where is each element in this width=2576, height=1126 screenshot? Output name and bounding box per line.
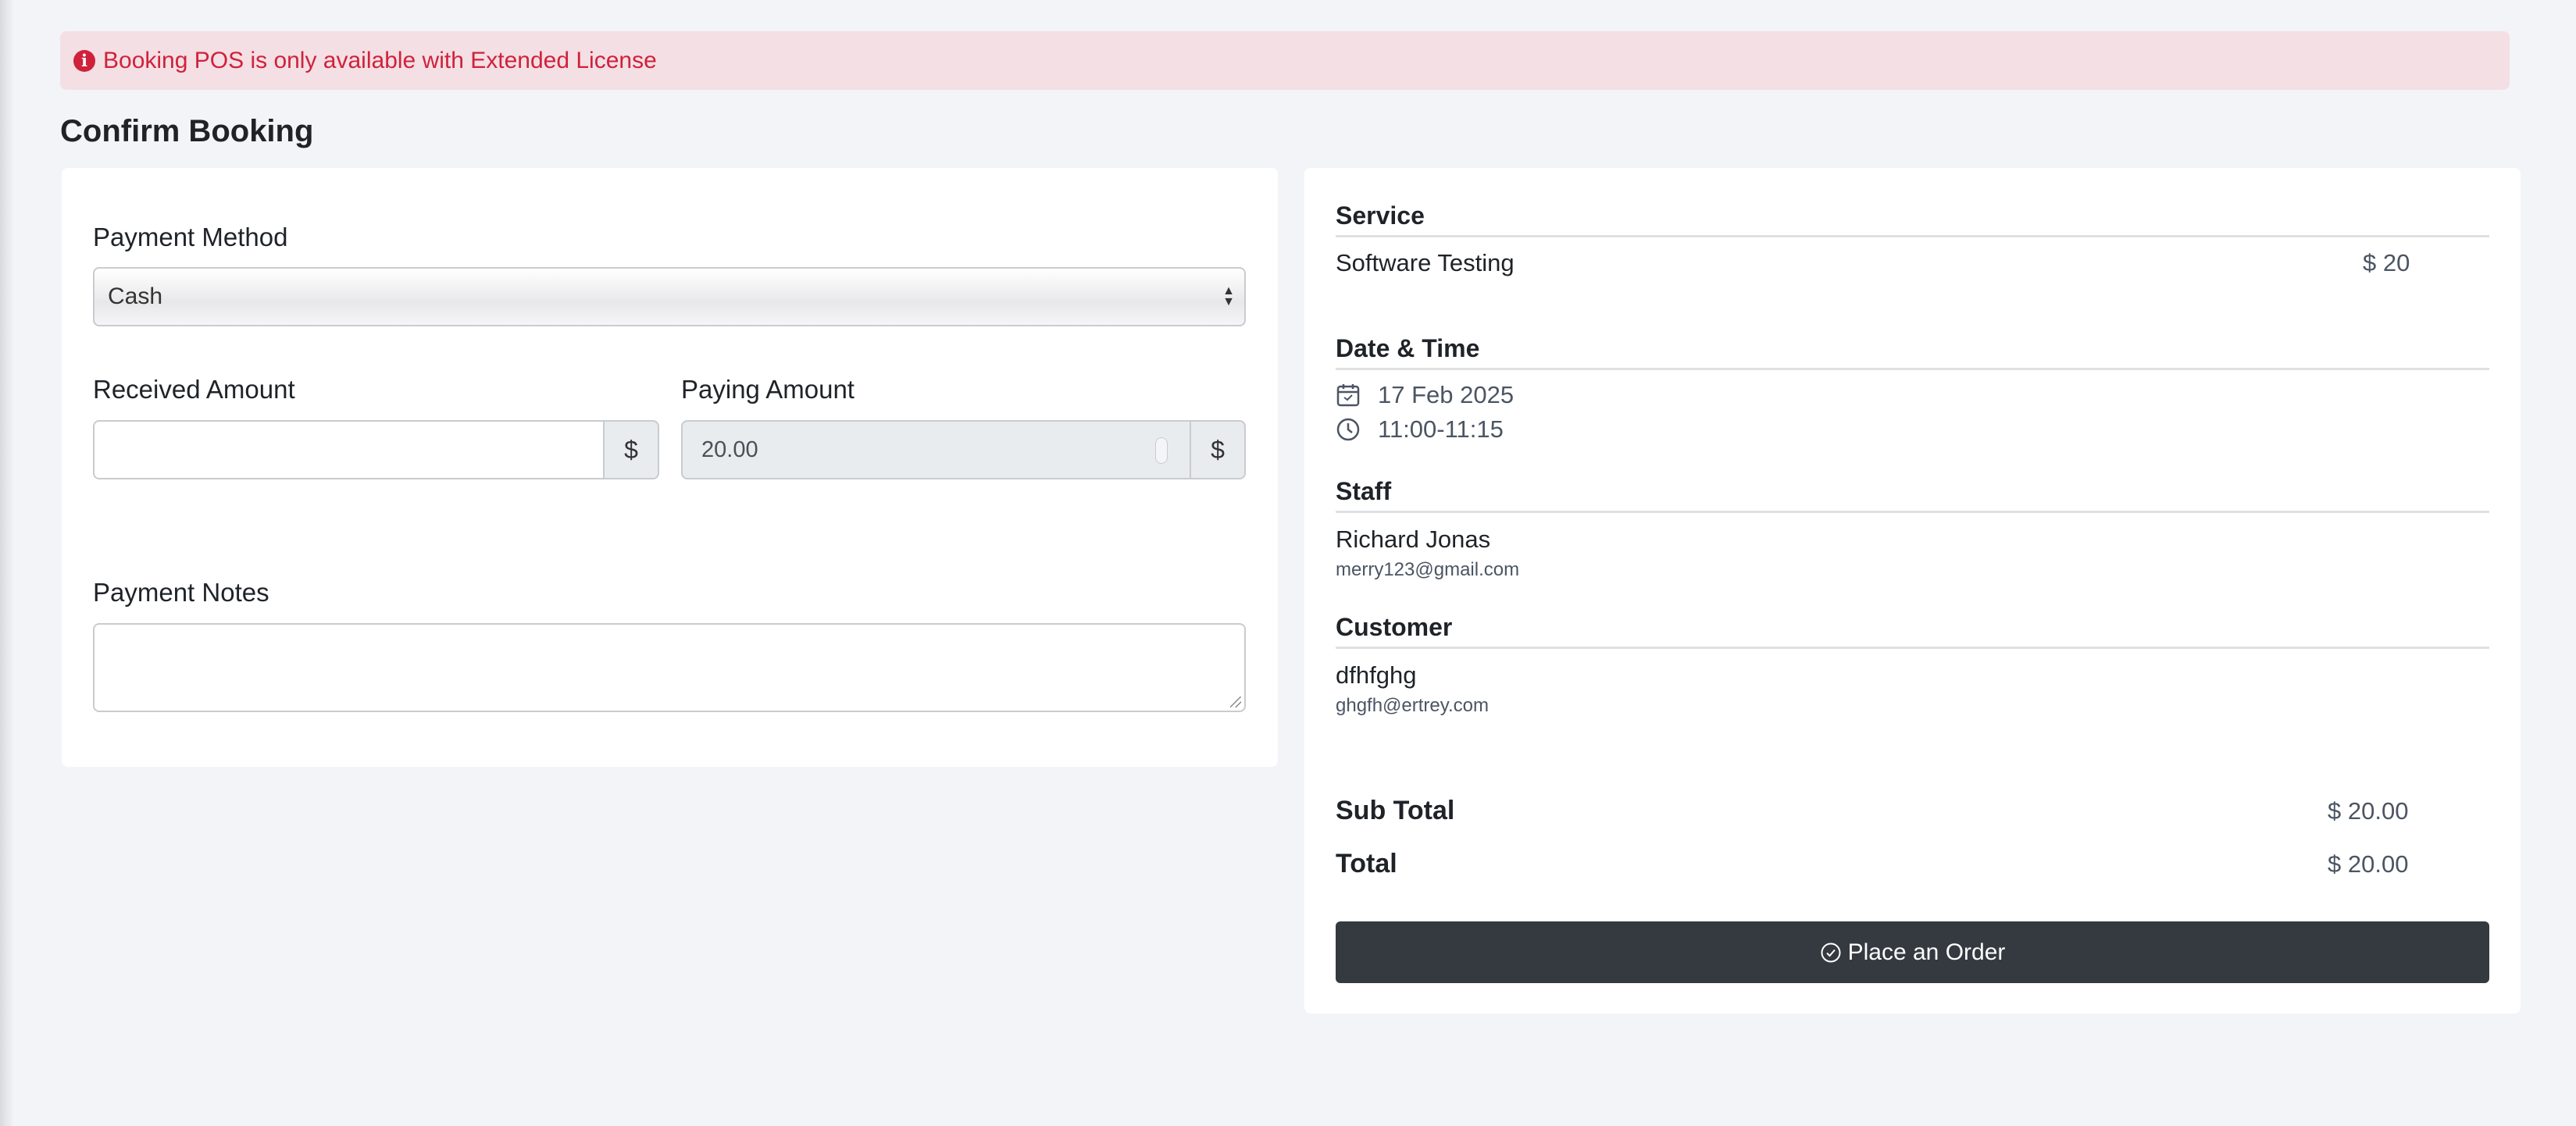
service-name: Software Testing <box>1336 249 1515 276</box>
customer-section-title: Customer <box>1336 613 2489 649</box>
payment-notes-label: Payment Notes <box>93 578 269 607</box>
summary-card: Service Software Testing $ 20 Date & Tim… <box>1304 168 2521 1014</box>
place-order-button[interactable]: Place an Order <box>1336 921 2489 983</box>
date-row: 17 Feb 2025 <box>1336 381 1514 409</box>
booking-date: 17 Feb 2025 <box>1378 381 1515 408</box>
customer-email: ghgfh@ertrey.com <box>1336 695 1489 716</box>
paying-currency-addon: $ <box>1190 420 1246 479</box>
subtotal-value: $ 20.00 <box>2328 797 2409 825</box>
check-circle-icon <box>1821 942 1841 962</box>
payment-method-label: Payment Method <box>93 223 288 251</box>
place-order-label: Place an Order <box>1847 939 2006 965</box>
paying-amount-value: 20.00 <box>701 437 758 462</box>
received-amount-input[interactable] <box>93 420 603 479</box>
received-amount-group: $ <box>93 420 659 479</box>
paying-amount-group: 20.00 $ <box>681 420 1246 479</box>
time-row: 11:00-11:15 <box>1336 415 1504 444</box>
subtotal-label: Sub Total <box>1336 796 1455 825</box>
clock-icon <box>1336 418 1360 441</box>
received-currency-addon: $ <box>603 420 659 479</box>
total-value: $ 20.00 <box>2328 850 2409 878</box>
customer-name: dfhfghg <box>1336 661 1417 689</box>
staff-email: merry123@gmail.com <box>1336 559 1520 580</box>
payment-method-select[interactable]: Cash ▲ ▼ <box>93 267 1246 326</box>
total-label: Total <box>1336 849 1397 878</box>
payment-notes-textarea[interactable] <box>93 623 1246 712</box>
datetime-section-title: Date & Time <box>1336 334 2489 370</box>
select-arrows-icon: ▲ ▼ <box>1222 284 1235 308</box>
calendar-icon <box>1336 384 1360 407</box>
payment-card: Payment Method Cash ▲ ▼ Received Amount $… <box>62 168 1278 767</box>
number-spinner[interactable] <box>1155 437 1168 464</box>
alert-text: Booking POS is only available with Exten… <box>103 47 657 73</box>
received-amount-label: Received Amount <box>93 375 295 404</box>
staff-section-title: Staff <box>1336 477 2489 513</box>
staff-name: Richard Jonas <box>1336 526 1491 553</box>
paying-amount-input[interactable]: 20.00 <box>681 420 1190 479</box>
info-icon: i <box>73 49 95 72</box>
booking-time: 11:00-11:15 <box>1378 415 1504 443</box>
resize-grip-icon[interactable] <box>1230 697 1241 707</box>
payment-method-value: Cash <box>108 283 163 309</box>
paying-amount-label: Paying Amount <box>681 375 855 404</box>
page-title: Confirm Booking <box>60 114 314 148</box>
license-alert: i Booking POS is only available with Ext… <box>60 31 2510 90</box>
service-price: $ 20 <box>2363 249 2410 276</box>
service-section-title: Service <box>1336 201 2489 237</box>
window-edge-shadow <box>0 0 14 1126</box>
